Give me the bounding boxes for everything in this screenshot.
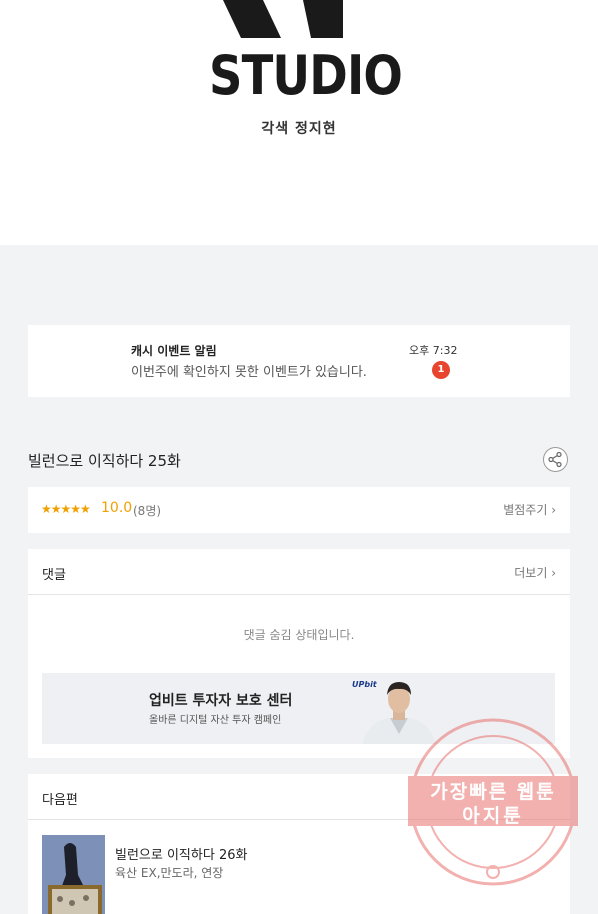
next-episode-thumbnail[interactable] — [42, 835, 105, 914]
studio-logo-mark — [223, 0, 343, 38]
rate-button[interactable]: 별점주기 › — [503, 501, 556, 518]
next-heading: 다음편 — [42, 793, 78, 808]
notification-title: 캐시 이벤트 알림 — [131, 344, 217, 358]
watermark-line2: 아지툰 — [462, 805, 524, 827]
comments-more-link[interactable]: 더보기 › — [514, 564, 556, 581]
studio-logo-text: STUDIO — [209, 44, 403, 107]
next-episode-title[interactable]: 빌런으로 이직하다 26화 — [115, 844, 247, 863]
watermark-line1: 가장빠른 웹툰 — [430, 781, 556, 803]
header-area: STUDIO 각색 정지현 — [0, 0, 598, 245]
ad-title: 업비트 투자자 보호 센터 — [149, 693, 293, 709]
comments-divider — [28, 594, 570, 595]
rating-count: (8명) — [133, 504, 162, 518]
share-icon — [548, 451, 562, 468]
rating-score: 10.0 — [101, 500, 133, 516]
comments-heading: 댓글 — [42, 568, 66, 583]
adaptation-credit: 각색 정지현 — [261, 121, 337, 137]
episode-title: 빌런으로 이직하다 25화 — [28, 452, 181, 470]
rating-bar: ★★★★★ 10.0 (8명) 별점주기 › — [28, 487, 570, 533]
ad-subtitle: 올바른 디지털 자산 투자 캠페인 — [149, 715, 282, 726]
cash-event-notification[interactable]: 캐시 이벤트 알림 이번주에 확인하지 못한 이벤트가 있습니다. 오후 7:3… — [28, 325, 570, 397]
site-watermark: 가장빠른 웹툰 아지툰 — [408, 717, 578, 887]
share-button[interactable] — [543, 447, 568, 472]
notification-body: 이번주에 확인하지 못한 이벤트가 있습니다. — [131, 365, 367, 380]
next-episode-genre: 육산 EX,만도라, 연장 — [115, 866, 224, 880]
comments-hidden-message: 댓글 숨김 상태입니다. — [243, 628, 355, 642]
notification-time: 오후 7:32 — [409, 344, 458, 357]
notification-badge: 1 — [432, 361, 450, 379]
rating-stars: ★★★★★ — [41, 502, 91, 516]
